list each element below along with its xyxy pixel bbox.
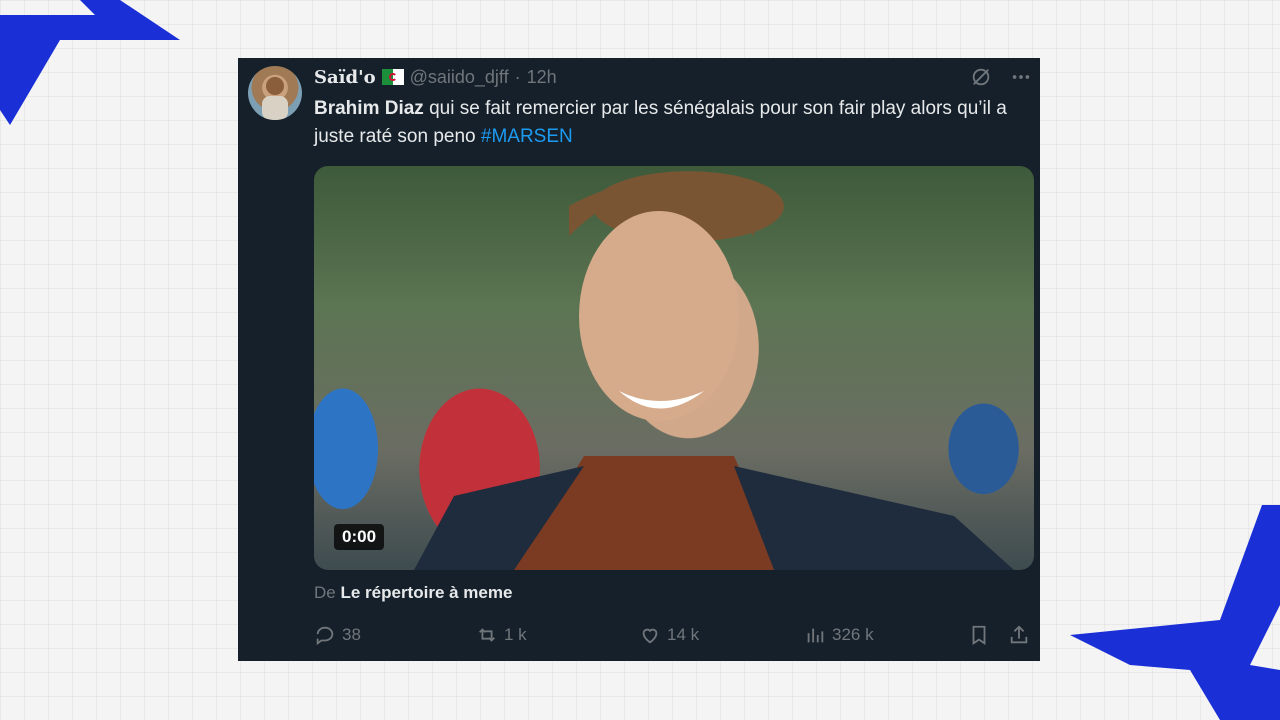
avatar[interactable] [248, 66, 302, 120]
grok-icon[interactable] [970, 66, 992, 93]
tweet-video[interactable]: 0:00 [314, 166, 1034, 570]
attribution-prefix: De [314, 583, 341, 602]
video-timestamp: 0:00 [334, 524, 385, 550]
views-button[interactable]: 326 k [804, 624, 874, 646]
reply-count: 38 [342, 625, 361, 644]
share-button[interactable] [1008, 624, 1030, 646]
share-icon [1010, 625, 1028, 644]
like-button[interactable]: 14 k [639, 624, 699, 646]
heart-icon [642, 628, 658, 644]
reply-icon [316, 626, 334, 646]
video-frame-image [414, 181, 1014, 570]
retweet-count: 1 k [504, 625, 527, 644]
attribution-source-link[interactable]: Le répertoire à meme [340, 583, 512, 602]
views-chart-icon [807, 628, 824, 643]
media-attribution: De Le répertoire à meme [314, 583, 512, 603]
tweet-header: Saïd'o @saiido_djff · 12h [314, 66, 557, 88]
like-count: 14 k [667, 625, 700, 644]
tweet-card[interactable]: Saïd'o @saiido_djff · 12h Brahim Diaz qu… [238, 58, 1040, 661]
tweet-top-icons [970, 66, 1032, 93]
more-options-icon[interactable] [1010, 66, 1032, 93]
display-name[interactable]: Saïd'o [314, 67, 376, 88]
retweet-button[interactable]: 1 k [476, 624, 527, 646]
tweet-actions: 38 1 k 14 k 326 k [314, 624, 1034, 650]
corner-star-decoration-top-left [0, 0, 180, 125]
user-handle[interactable]: @saiido_djff [410, 67, 509, 88]
tweet-time[interactable]: 12h [527, 67, 557, 88]
hashtag-link[interactable]: #MARSEN [481, 126, 573, 147]
corner-star-decoration-bottom-right [1070, 505, 1280, 720]
tweet-text: Brahim Diaz qui se fait remercier par le… [314, 95, 1034, 151]
reply-button[interactable]: 38 [314, 624, 361, 646]
tweet-text-bold: Brahim Diaz [314, 98, 424, 119]
separator-dot: · [514, 66, 521, 87]
retweet-icon [479, 628, 495, 642]
view-count: 326 k [832, 625, 874, 644]
bookmark-icon [972, 625, 986, 645]
algeria-flag-icon [381, 69, 404, 85]
bookmark-button[interactable] [968, 624, 990, 646]
